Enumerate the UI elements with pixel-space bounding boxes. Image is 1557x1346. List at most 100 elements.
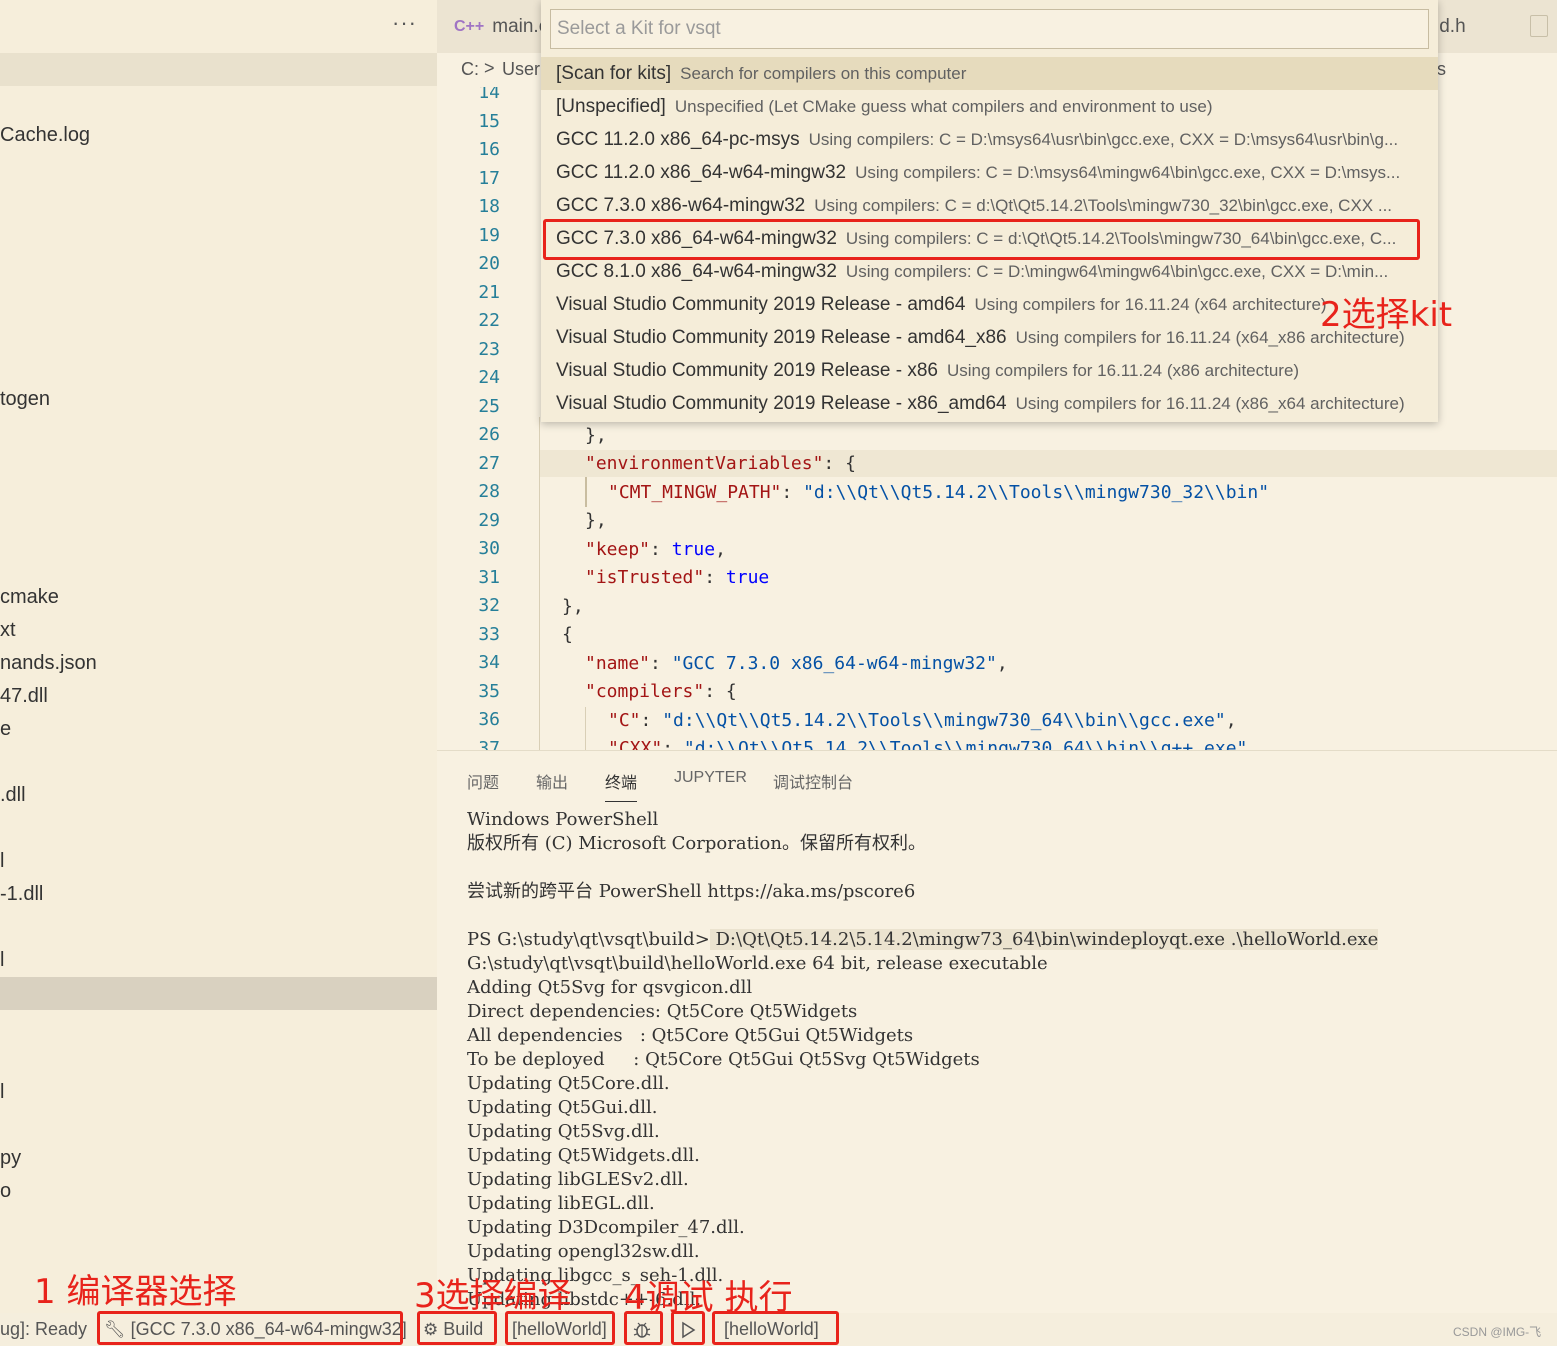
panel-tab-terminal[interactable]: 终端 [605, 769, 638, 802]
code-line-31: "isTrusted": true [585, 567, 770, 588]
file-tree-item[interactable]: xt [0, 619, 16, 642]
code-line-27: "environmentVariables": { [585, 453, 856, 474]
kit-option-description: Using compilers: C = D:\mingw64\mingw64\… [845, 261, 1389, 281]
kit-option[interactable]: [Unspecified] Unspecified (Let CMake gues… [541, 90, 1438, 123]
kit-search-input[interactable] [550, 9, 1429, 49]
line-number: 30 [478, 538, 500, 559]
file-tree-item[interactable]: l [0, 850, 4, 873]
build-button[interactable]: ⚙ Build [423, 1313, 483, 1346]
file-tree-item[interactable]: nands.json [0, 652, 97, 675]
breadcrumb-tail[interactable]: s [1437, 59, 1446, 80]
terminal-line: 版权所有 (C) Microsoft Corporation。保留所有权利。 [467, 832, 1547, 856]
terminal-text: Updating D3Dcompiler_47.dll. [467, 1217, 745, 1238]
sidebar-section-header[interactable] [0, 53, 437, 86]
chevron-right-icon: > [484, 58, 495, 78]
kit-option[interactable]: GCC 8.1.0 x86_64-w64-mingw32 Using compil… [541, 255, 1438, 288]
terminal-text: PS G:\study\qt\vsqt\build> [467, 929, 710, 950]
terminal-command: D:\Qt\Qt5.14.2\5.14.2\mingw73_64\bin\win… [709, 929, 1379, 950]
panel-tab-output[interactable]: 输出 [536, 769, 568, 793]
line-number: 22 [478, 310, 500, 331]
terminal-line: Direct dependencies: Qt5Core Qt5Widgets [467, 1000, 1547, 1024]
file-tree-item[interactable]: l [0, 1081, 4, 1104]
terminal-text: 尝试新的跨平台 PowerShell https://aka.ms/pscore… [467, 881, 916, 902]
kit-option-label: [Unspecified] [556, 95, 666, 117]
terminal-text: All dependencies : Qt5Core Qt5Gui Qt5Wid… [467, 1025, 914, 1046]
file-tree-item[interactable]: togen [0, 388, 50, 411]
build-target-selector[interactable]: [helloWorld] [512, 1313, 607, 1346]
line-number: 32 [478, 595, 500, 616]
terminal-line: Updating Qt5Widgets.dll. [467, 1144, 1547, 1168]
breadcrumb-drive[interactable]: C: [461, 59, 479, 80]
kit-label: [GCC 7.3.0 x86_64-w64-mingw32] [130, 1319, 407, 1339]
file-tree-item[interactable]: .dll [0, 784, 26, 807]
kit-option-label: GCC 7.3.0 x86-w64-mingw32 [556, 194, 806, 216]
terminal-line: Updating Qt5Svg.dll. [467, 1120, 1547, 1144]
kit-option[interactable]: GCC 7.3.0 x86-w64-mingw32 Using compilers… [541, 189, 1438, 222]
line-number: 15 [478, 110, 500, 132]
kit-option-label: GCC 11.2.0 x86_64-w64-mingw32 [556, 161, 847, 183]
code-line-34: "name": "GCC 7.3.0 x86_64-w64-mingw32", [585, 653, 1008, 674]
code-line-35: "compilers": { [585, 681, 737, 702]
line-number: 20 [478, 253, 500, 274]
terminal-line: Updating Qt5Gui.dll. [467, 1096, 1547, 1120]
terminal-line: G:\study\qt\vsqt\build\helloWorld.exe 64… [467, 952, 1547, 976]
kit-option[interactable]: Visual Studio Community 2019 Release - a… [541, 321, 1438, 354]
kit-option[interactable]: GCC 11.2.0 x86_64-pc-msys Using compilers… [541, 123, 1438, 156]
more-actions-icon[interactable]: ··· [392, 10, 417, 36]
kit-option[interactable]: Visual Studio Community 2019 Release - a… [541, 288, 1438, 321]
kit-option[interactable]: GCC 7.3.0 x86_64-w64-mingw32 Using compil… [541, 222, 1438, 255]
kit-option-description: Unspecified (Let CMake guess what compil… [674, 96, 1213, 116]
code-line-28: "CMT_MINGW_PATH": "d:\\Qt\\Qt5.14.2\\Too… [608, 482, 1270, 503]
tab-header-label: ld.h [1435, 15, 1466, 37]
file-tree-item[interactable]: -1.dll [0, 883, 43, 906]
terminal-line: Updating libGLESv2.dll. [467, 1168, 1547, 1192]
terminal-output[interactable]: Windows PowerShell 版权所有 (C) Microsoft Cor… [467, 808, 1547, 1312]
terminal-line: Updating D3Dcompiler_47.dll. [467, 1216, 1547, 1240]
kit-quick-pick: [Scan for kits] Search for compilers on t… [541, 0, 1438, 422]
tab-main-cpp[interactable]: C++ main.c [450, 0, 550, 53]
code-line-36: "C": "d:\\Qt\\Qt5.14.2\\Tools\\mingw730_… [608, 710, 1237, 731]
kit-selector[interactable]: 🔧︎ [GCC 7.3.0 x86_64-w64-mingw32] [104, 1313, 407, 1346]
panel-tab-jupyter[interactable]: JUPYTER [674, 769, 747, 787]
kit-option[interactable]: Visual Studio Community 2019 Release - x… [541, 354, 1438, 387]
file-tree-item[interactable]: 47.dll [0, 685, 48, 708]
kit-option[interactable]: GCC 11.2.0 x86_64-w64-mingw32 Using compi… [541, 156, 1438, 189]
terminal-text: Updating libEGL.dll. [467, 1193, 655, 1214]
kit-option-label: Visual Studio Community 2019 Release - x… [556, 392, 1007, 414]
terminal-line: To be deployed : Qt5Core Qt5Gui Qt5Svg Q… [467, 1048, 1547, 1072]
kit-option-description: Using compilers: C = D:\msys64\mingw64\b… [855, 162, 1401, 182]
file-icon[interactable] [1530, 15, 1548, 37]
kit-option-label: [Scan for kits] [556, 62, 672, 84]
panel-tab-debug-console[interactable]: 调试控制台 [773, 769, 853, 793]
file-tree-item[interactable]: e [0, 718, 11, 741]
kit-option-description: Using compilers for 16.11.24 (x64 archit… [974, 294, 1327, 314]
terminal-text: To be deployed : Qt5Core Qt5Gui Qt5Svg Q… [467, 1049, 980, 1070]
code-line-32: }, [562, 596, 584, 617]
file-tree-item[interactable]: py [0, 1147, 21, 1170]
line-number: 14 [478, 87, 500, 103]
panel-tab-problems[interactable]: 问题 [467, 769, 499, 793]
sidebar-section-header-2[interactable] [0, 977, 437, 1010]
play-icon [682, 1321, 696, 1338]
terminal-line: Updating libEGL.dll. [467, 1192, 1547, 1216]
line-number: 21 [478, 281, 500, 303]
terminal-text: Windows PowerShell [467, 809, 659, 830]
annotation-select-kit: 2选择kit [1320, 295, 1453, 335]
file-tree-item[interactable]: Cache.log [0, 124, 90, 147]
line-number: 17 [478, 167, 500, 189]
file-tree-item[interactable]: l [0, 949, 4, 972]
kit-option[interactable]: Visual Studio Community 2019 Release - x… [541, 387, 1438, 420]
wrench-icon: 🔧︎ [104, 1319, 126, 1339]
cmake-status[interactable]: ug]: Ready [0, 1313, 87, 1346]
line-number: 26 [478, 424, 500, 445]
line-number: 24 [478, 367, 500, 388]
terminal-text: Direct dependencies: Qt5Core Qt5Widgets [467, 1001, 858, 1022]
terminal-text: Updating opengl32sw.dll. [467, 1241, 700, 1262]
kit-option[interactable]: [Scan for kits] Search for compilers on t… [541, 57, 1438, 90]
kit-option-label: Visual Studio Community 2019 Release - a… [556, 326, 1007, 348]
breadcrumb-folder[interactable]: User [502, 59, 540, 80]
tab-header-file[interactable]: ld.h [1435, 0, 1505, 53]
annotation-compiler-select: 1 编译器选择 [34, 1272, 237, 1312]
file-tree-item[interactable]: o [0, 1180, 11, 1203]
file-tree-item[interactable]: cmake [0, 586, 59, 609]
